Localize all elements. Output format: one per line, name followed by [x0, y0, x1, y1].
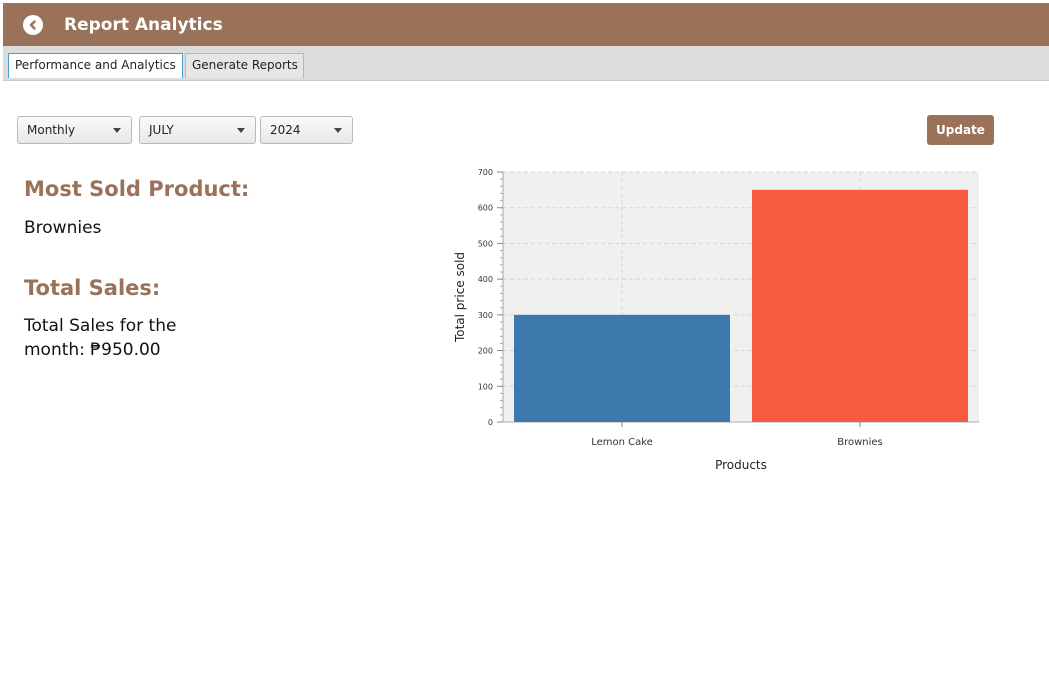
tab-generate-reports[interactable]: Generate Reports	[185, 53, 304, 78]
year-select-value: 2024	[270, 123, 301, 137]
chevron-down-icon	[113, 128, 121, 133]
chevron-down-icon	[237, 128, 245, 133]
y-tick-label: 500	[478, 239, 493, 248]
y-axis-label: Total price sold	[453, 252, 467, 343]
y-tick-label: 300	[478, 311, 493, 320]
most-sold-heading: Most Sold Product:	[24, 177, 250, 201]
back-button[interactable]	[23, 14, 43, 35]
y-tick-label: 100	[478, 382, 493, 391]
x-tick-label: Lemon Cake	[591, 437, 653, 448]
year-select[interactable]: 2024	[260, 116, 353, 144]
sales-bar-chart: 0 100 200 300 400 500 600 700 Lemon Cake Brownies…	[453, 168, 979, 472]
month-select-value: JULY	[149, 123, 174, 137]
bar-lemon-cake	[514, 314, 730, 422]
month-select[interactable]: JULY	[139, 116, 256, 144]
chevron-left-icon	[29, 19, 36, 30]
page-title: Report Analytics	[64, 14, 223, 35]
y-tick-label: 400	[478, 275, 493, 284]
bar-brownies	[752, 189, 968, 422]
total-sales-text: Total Sales for the month: ₱950.00	[24, 314, 176, 362]
period-select-value: Monthly	[27, 123, 76, 137]
y-tick-label: 200	[478, 347, 493, 356]
tab-bar: Performance and Analytics Generate Repor…	[3, 46, 1049, 81]
x-axis-label: Products	[715, 458, 767, 472]
update-button[interactable]: Update	[927, 115, 994, 145]
most-sold-value: Brownies	[24, 218, 102, 238]
y-tick-label: 600	[478, 204, 493, 213]
period-select[interactable]: Monthly	[17, 116, 132, 144]
y-tick-label: 700	[478, 168, 493, 177]
x-tick-label: Brownies	[837, 437, 883, 448]
total-sales-line-2: month: ₱950.00	[24, 340, 161, 360]
total-sales-heading: Total Sales:	[24, 276, 161, 300]
chevron-down-icon	[334, 128, 342, 133]
total-sales-line-1: Total Sales for the	[24, 316, 177, 336]
title-bar: Report Analytics	[3, 3, 1049, 46]
tab-performance-analytics[interactable]: Performance and Analytics	[8, 53, 183, 78]
y-tick-label: 0	[488, 418, 493, 427]
